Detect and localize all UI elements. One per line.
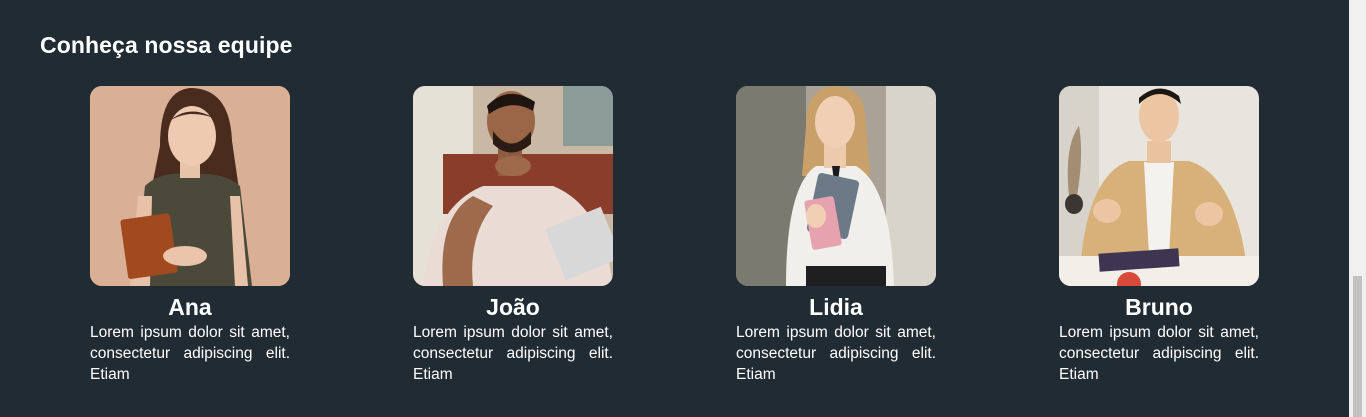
team-desc-lidia: Lorem ipsum dolor sit amet, consectetur …: [736, 324, 936, 383]
section-title: Conheça nossa equipe: [40, 32, 293, 58]
team-desc-bruno: Lorem ipsum dolor sit amet, consectetur …: [1059, 324, 1259, 383]
team-name-joao: João: [486, 294, 540, 320]
team-photo-ana: [90, 86, 290, 286]
team-card-joao: João Lorem ipsum dolor sit amet, consect…: [413, 86, 613, 385]
page: Conheça nossa equipe Ana Lorem ipsum dol…: [0, 0, 1349, 417]
team-card-bruno: Bruno Lorem ipsum dolor sit amet, consec…: [1059, 86, 1259, 385]
team-name-ana: Ana: [168, 294, 212, 320]
team-name-lidia: Lidia: [809, 294, 863, 320]
team-photo-bruno: [1059, 86, 1259, 286]
team-card-ana: Ana Lorem ipsum dolor sit amet, consecte…: [90, 86, 290, 385]
scrollbar-thumb[interactable]: [1353, 276, 1362, 417]
team-desc-joao: Lorem ipsum dolor sit amet, consectetur …: [413, 324, 613, 383]
team-name-bruno: Bruno: [1125, 294, 1193, 320]
team-photo-joao: [413, 86, 613, 286]
team-photo-lidia: [736, 86, 936, 286]
team-grid: Ana Lorem ipsum dolor sit amet, consecte…: [90, 86, 1259, 385]
team-card-lidia: Lidia Lorem ipsum dolor sit amet, consec…: [736, 86, 936, 385]
team-desc-ana: Lorem ipsum dolor sit amet, consectetur …: [90, 324, 290, 383]
vertical-scrollbar[interactable]: [1349, 0, 1366, 417]
